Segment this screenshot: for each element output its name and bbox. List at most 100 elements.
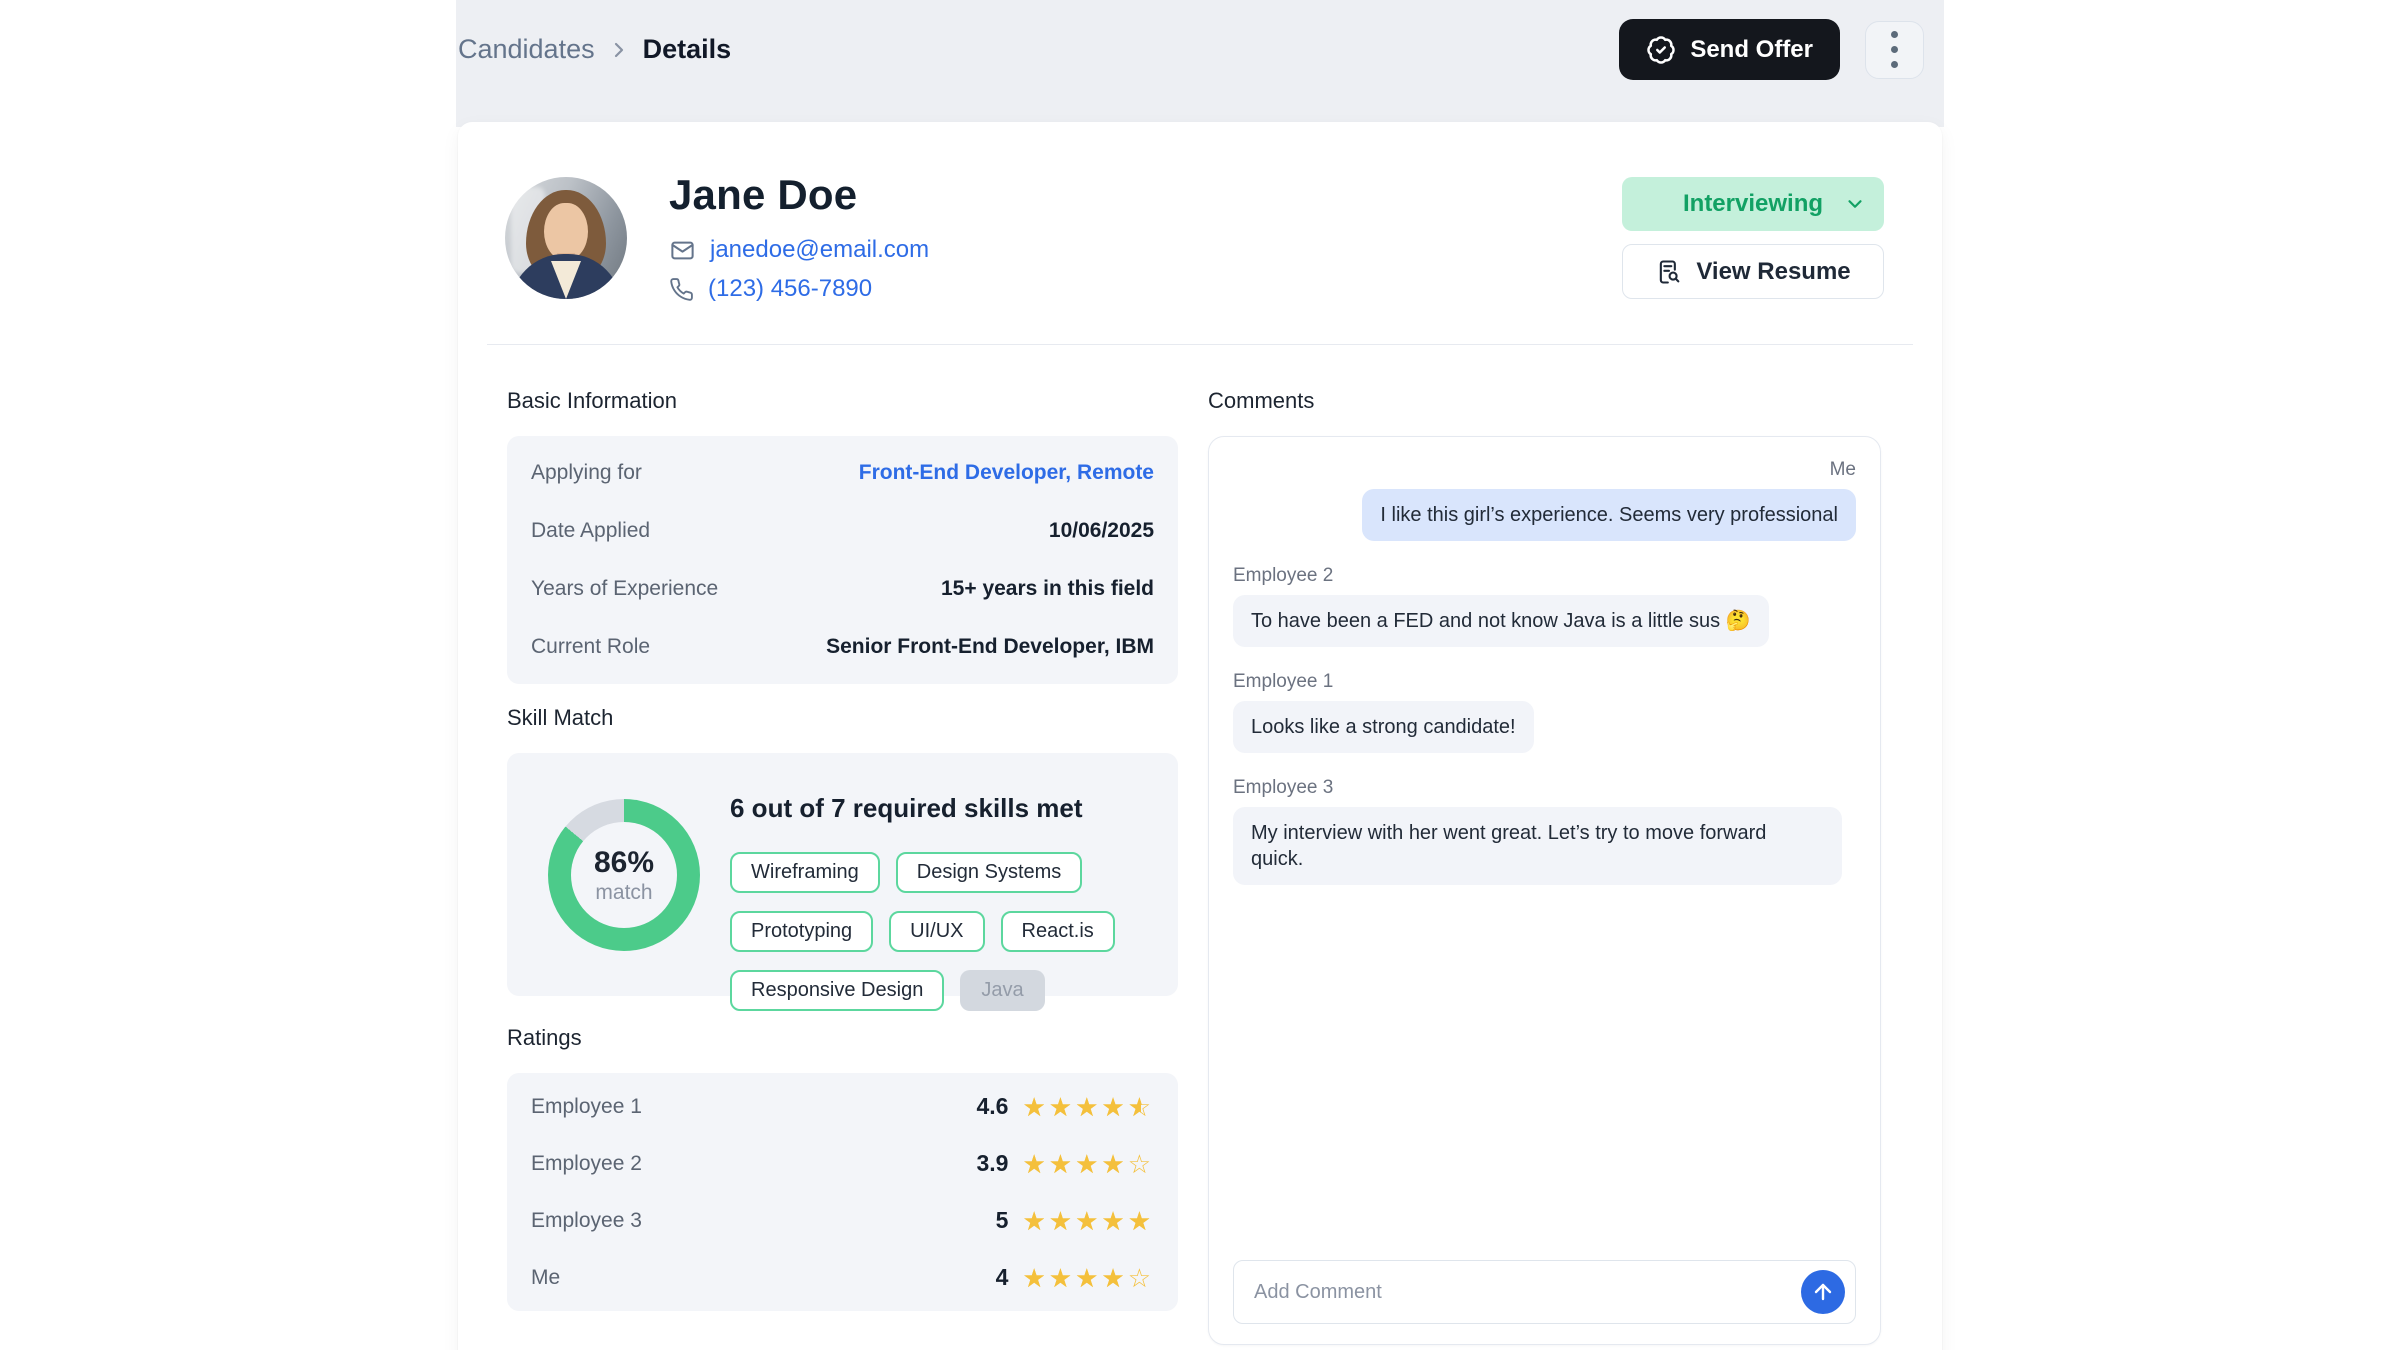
comment-message: Employee 3 My interview with her went gre…	[1233, 777, 1856, 885]
mail-icon	[669, 237, 696, 264]
comment-bubble: Looks like a strong candidate!	[1233, 701, 1534, 753]
comment-bubble: To have been a FED and not know Java is …	[1233, 595, 1769, 647]
skill-match-percent: 86%	[594, 848, 654, 878]
comment-thread: Me I like this girl’s experience. Seems v…	[1233, 459, 1856, 885]
info-value: 15+ years in this field	[941, 577, 1154, 601]
page: Candidates Details Send Offer	[0, 0, 2400, 1350]
rating-row: Employee 3 5 ☆☆☆☆☆★★★★★	[507, 1192, 1178, 1249]
more-options-button[interactable]	[1865, 21, 1924, 79]
info-label: Date Applied	[531, 519, 650, 543]
info-row: Current Role Senior Front-End Developer, …	[507, 618, 1178, 676]
skill-chip: Wireframing	[730, 852, 880, 893]
star-rating: ☆☆☆☆☆★★★★★	[1022, 1151, 1154, 1177]
skill-chip: UI/UX	[889, 911, 984, 952]
comment-bubble: I like this girl’s experience. Seems ver…	[1362, 489, 1856, 541]
rating-right: 5 ☆☆☆☆☆★★★★★	[960, 1207, 1154, 1234]
comment-message: Me I like this girl’s experience. Seems v…	[1233, 459, 1856, 541]
skill-chip: Responsive Design	[730, 970, 944, 1011]
header-divider	[487, 344, 1913, 345]
skill-match-title: Skill Match	[507, 705, 1178, 731]
rating-value: 3.9	[960, 1150, 1008, 1177]
rating-row: Me 4 ☆☆☆☆☆★★★★★	[507, 1249, 1178, 1306]
info-value: 10/06/2025	[1049, 519, 1154, 543]
rating-name: Employee 3	[531, 1209, 642, 1233]
comment-author: Employee 2	[1233, 565, 1856, 587]
rating-row: Employee 1 4.6 ☆☆☆☆☆★★★★★	[507, 1078, 1178, 1135]
skill-chip-list: Wireframing Design Systems Prototyping UI/U…	[730, 852, 1178, 1011]
comment-author: Employee 1	[1233, 671, 1856, 693]
rating-value: 5	[960, 1207, 1008, 1234]
rating-value: 4.6	[960, 1093, 1008, 1120]
candidate-card: Jane Doe janedoe@email.com (123) 456-789…	[458, 122, 1942, 1350]
profile-header: Jane Doe janedoe@email.com (123) 456-789…	[505, 177, 1884, 303]
send-offer-button[interactable]: Send Offer	[1619, 19, 1840, 80]
phone-icon	[669, 277, 694, 302]
rating-row: Employee 2 3.9 ☆☆☆☆☆★★★★★	[507, 1135, 1178, 1192]
status-label: Interviewing	[1683, 190, 1823, 217]
kebab-dots-icon	[1891, 31, 1898, 68]
info-label: Years of Experience	[531, 577, 718, 601]
ratings-title: Ratings	[507, 1025, 1178, 1051]
skill-match-donut: 86% match	[548, 799, 700, 951]
info-value: Senior Front-End Developer, IBM	[826, 635, 1154, 659]
star-fill-icons: ★★★★★	[1022, 1208, 1154, 1234]
candidate-identity: Jane Doe janedoe@email.com (123) 456-789…	[669, 171, 929, 303]
file-search-icon	[1655, 258, 1683, 286]
send-comment-button[interactable]	[1801, 1270, 1845, 1314]
breadcrumb-candidates[interactable]: Candidates	[458, 34, 595, 65]
email-link[interactable]: janedoe@email.com	[710, 236, 929, 264]
breadcrumb-details: Details	[643, 34, 732, 65]
rating-right: 4.6 ☆☆☆☆☆★★★★★	[960, 1093, 1154, 1120]
comment-message: Employee 1 Looks like a strong candidate!	[1233, 671, 1856, 753]
candidate-name: Jane Doe	[669, 171, 929, 219]
comments-column: Comments Me I like this girl’s experience…	[1208, 388, 1881, 1345]
rating-name: Employee 1	[531, 1095, 642, 1119]
skill-match-caption: match	[595, 882, 652, 903]
profile-actions: Interviewing View Resume	[1622, 177, 1884, 299]
chevron-right-icon	[607, 38, 631, 62]
comment-message: Employee 2 To have been a FED and not kno…	[1233, 565, 1856, 647]
arrow-up-icon	[1811, 1280, 1835, 1304]
rating-right: 4 ☆☆☆☆☆★★★★★	[960, 1264, 1154, 1291]
rating-name: Me	[531, 1266, 560, 1290]
breadcrumb: Candidates Details	[458, 34, 731, 65]
star-fill-icons: ★★★★★	[1022, 1265, 1127, 1291]
star-fill-icons: ★★★★★	[1022, 1094, 1140, 1120]
rating-value: 4	[960, 1264, 1008, 1291]
skills-met-headline: 6 out of 7 required skills met	[730, 793, 1178, 824]
status-dropdown[interactable]: Interviewing	[1622, 177, 1884, 231]
comment-author: Me	[1233, 459, 1856, 481]
phone-link[interactable]: (123) 456-7890	[708, 275, 872, 303]
add-comment-input[interactable]	[1234, 1261, 1855, 1323]
skill-match-card: 86% match 6 out of 7 required skills met…	[507, 753, 1178, 996]
comments-title: Comments	[1208, 388, 1881, 414]
rating-name: Employee 2	[531, 1152, 642, 1176]
ratings-card: Employee 1 4.6 ☆☆☆☆☆★★★★★ Employee 2 3.9 ☆☆☆☆…	[507, 1073, 1178, 1311]
info-row: Applying for Front-End Developer, Remote	[507, 444, 1178, 502]
star-rating: ☆☆☆☆☆★★★★★	[1022, 1208, 1154, 1234]
details-column: Basic Information Applying forFront-End …	[507, 388, 1178, 1311]
comment-input-wrap	[1233, 1260, 1856, 1324]
skill-chip: Prototyping	[730, 911, 873, 952]
view-resume-label: View Resume	[1696, 258, 1850, 286]
info-label: Current Role	[531, 635, 650, 659]
topbar-actions: Send Offer	[1619, 19, 1924, 80]
badge-check-icon	[1646, 35, 1676, 65]
info-row: Years of Experience 15+ years in this fie…	[507, 560, 1178, 618]
skill-chip: Java	[960, 970, 1044, 1011]
applying-for-link[interactable]: Front-End Developer, Remote	[859, 461, 1154, 485]
star-fill-icons: ★★★★★	[1022, 1151, 1127, 1177]
basic-info-card: Applying for Front-End Developer, Remote D…	[507, 436, 1178, 684]
comment-author: Employee 3	[1233, 777, 1856, 799]
comment-bubble: My interview with her went great. Let’s …	[1233, 807, 1842, 885]
view-resume-button[interactable]: View Resume	[1622, 244, 1884, 299]
star-rating: ☆☆☆☆☆★★★★★	[1022, 1094, 1154, 1120]
skill-chip: React.is	[1001, 911, 1115, 952]
rating-right: 3.9 ☆☆☆☆☆★★★★★	[960, 1150, 1154, 1177]
top-bar: Candidates Details Send Offer	[456, 0, 1944, 127]
info-label: Applying for	[531, 461, 642, 485]
comments-panel: Me I like this girl’s experience. Seems v…	[1208, 436, 1881, 1345]
info-row: Date Applied 10/06/2025	[507, 502, 1178, 560]
star-rating: ☆☆☆☆☆★★★★★	[1022, 1265, 1154, 1291]
skill-chip: Design Systems	[896, 852, 1083, 893]
